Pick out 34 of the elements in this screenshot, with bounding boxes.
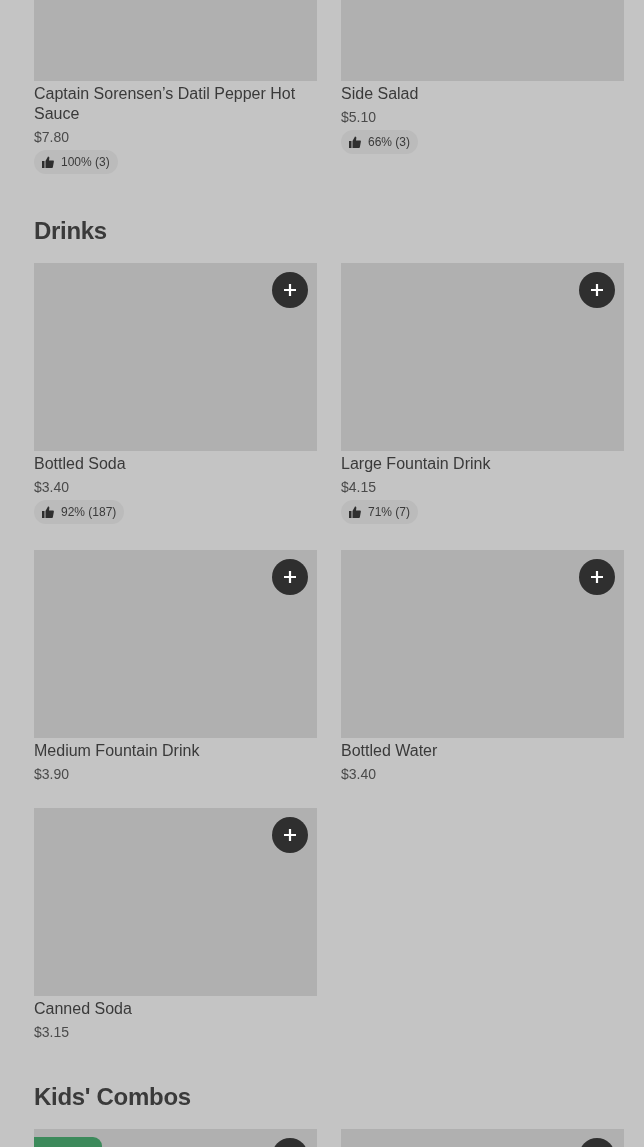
section-heading: Kids' Combos	[34, 1082, 192, 1112]
item-price: $5.10	[341, 108, 378, 126]
item-price: $4.15	[341, 478, 378, 496]
add-button[interactable]	[579, 272, 615, 308]
item-name: Medium Fountain Drink	[34, 741, 201, 761]
item-name: Side Salad	[341, 84, 420, 104]
thumbs-up-icon	[42, 506, 54, 518]
rating-text: 71% (7)	[368, 504, 411, 521]
rating-text: 92% (187)	[61, 504, 117, 521]
item-name: Bottled Water	[341, 741, 439, 761]
add-button[interactable]	[272, 272, 308, 308]
add-button[interactable]	[272, 559, 308, 595]
plus-icon	[283, 283, 297, 297]
item-price: $3.90	[34, 765, 71, 783]
plus-icon	[283, 570, 297, 584]
plus-icon	[283, 828, 297, 842]
rating-text: 100% (3)	[61, 154, 110, 171]
plus-icon	[590, 283, 604, 297]
item-price: $3.40	[341, 765, 378, 783]
item-name: Canned Soda	[34, 999, 133, 1019]
item-name: Bottled Soda	[34, 454, 127, 474]
plus-icon	[590, 570, 604, 584]
section-heading: Drinks	[34, 216, 108, 246]
item-name: Captain Sorensen’s Datil Pepper Hot Sauce	[34, 84, 297, 124]
rating-text: 66% (3)	[368, 134, 411, 151]
item-price: $3.40	[34, 478, 71, 496]
thumbs-up-icon	[349, 136, 361, 148]
thumbs-up-icon	[349, 506, 361, 518]
item-price: $3.15	[34, 1023, 71, 1041]
add-button[interactable]	[579, 559, 615, 595]
item-price: $7.80	[34, 128, 71, 146]
thumbs-up-icon	[42, 156, 54, 168]
item-name: Large Fountain Drink	[341, 454, 492, 474]
add-button[interactable]	[272, 817, 308, 853]
